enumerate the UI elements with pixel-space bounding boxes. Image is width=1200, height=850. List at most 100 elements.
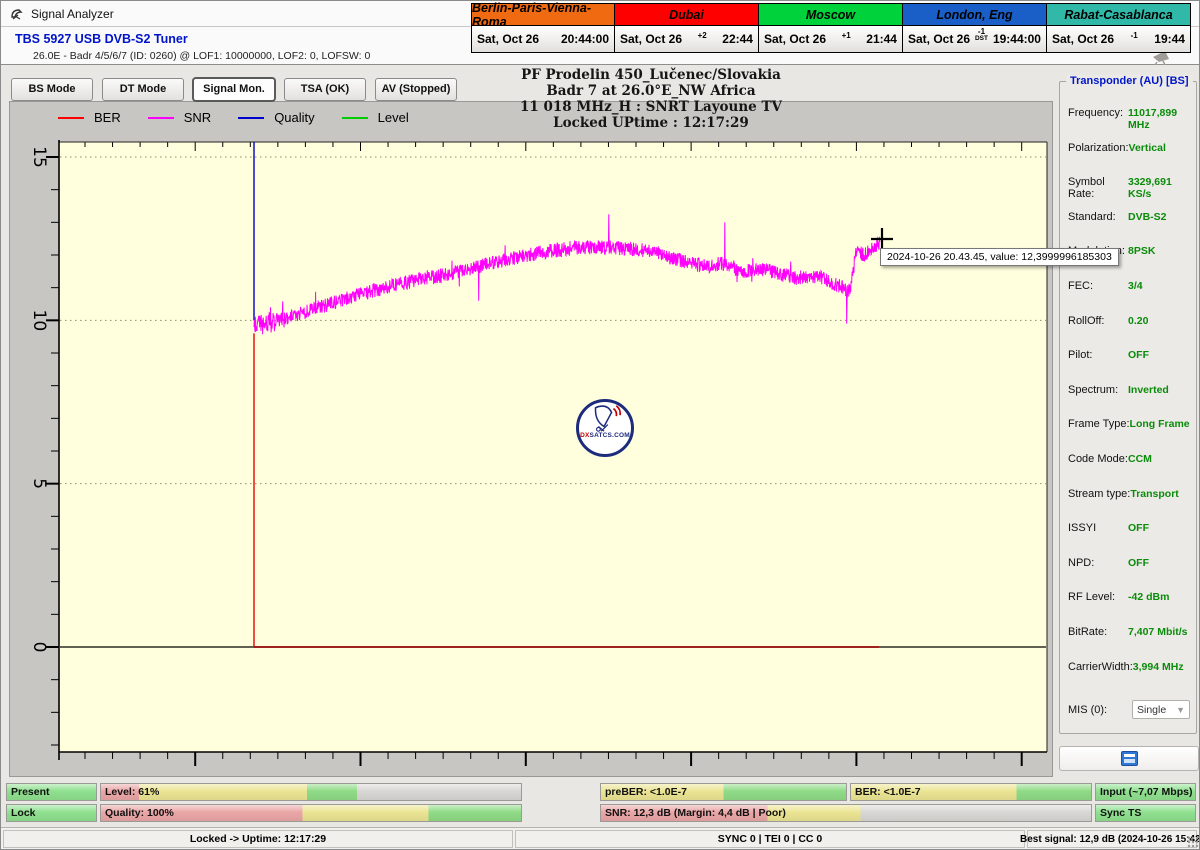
transponder-row-pilot-: Pilot:OFF: [1068, 349, 1190, 361]
preber-bar: preBER: <1.0E-7: [600, 783, 847, 801]
transponder-label: Stream type:: [1068, 488, 1130, 500]
clock-london-eng: London, EngSat, Oct 26-1DST19:44:00: [903, 3, 1047, 53]
signal-analyzer-window: Signal Analyzer TBS 5927 USB DVB-S2 Tune…: [0, 0, 1200, 850]
transponder-value: Long Frame: [1130, 418, 1190, 430]
transponder-label: RF Level:: [1068, 591, 1128, 603]
ber-label: BER: <1.0E-7: [851, 786, 921, 798]
transponder-value: CCM: [1128, 453, 1152, 465]
legend-item-level: Level: [342, 110, 409, 125]
lock-label: Lock: [7, 807, 36, 819]
transponder-row-spectrum-: Spectrum:Inverted: [1068, 384, 1190, 396]
present-bar: Present: [6, 783, 97, 801]
resize-grip[interactable]: [1187, 836, 1199, 848]
clock-time: 20:44:00: [561, 32, 609, 46]
cursor-value-tooltip: 2024-10-26 20.43.45, value: 12,399999618…: [880, 248, 1119, 266]
transponder-label: Standard:: [1068, 211, 1128, 223]
syncts-label: Sync TS: [1096, 807, 1141, 819]
transponder-row-polarization-: Polarization:Vertical: [1068, 142, 1190, 154]
transponder-row-frequency-: Frequency:11017,899 MHz: [1068, 107, 1190, 131]
transponder-row-stream-type-: Stream type:Transport: [1068, 488, 1190, 500]
transponder-row-rf-level-: RF Level:-42 dBm: [1068, 591, 1190, 603]
clock-time: 22:44: [722, 32, 753, 46]
transponder-value: 3/4: [1128, 280, 1143, 292]
header-divider: [1, 64, 1199, 65]
status-best-signal: Best signal: 12,9 dB (2024-10-26 15:42): [1027, 830, 1197, 848]
transponder-row-frame-type-: Frame Type:Long Frame: [1068, 418, 1190, 430]
syncts-bar: Sync TS: [1095, 804, 1196, 822]
mode-button-tsa-ok-[interactable]: TSA (OK): [284, 78, 366, 101]
transponder-label: Pilot:: [1068, 349, 1128, 361]
save-icon: [1121, 751, 1138, 766]
transponder-row-fec-: FEC:3/4: [1068, 280, 1190, 292]
transponder-value: 11017,899 MHz: [1128, 107, 1190, 131]
mis-row: MIS (0): Single ▼: [1068, 700, 1190, 719]
transponder-panel: Transponder (AU) [BS] MIS (0): Single ▼ …: [1059, 81, 1197, 734]
legend-item-snr: SNR: [148, 110, 211, 125]
mode-button-signal-mon-[interactable]: Signal Mon.: [193, 78, 275, 101]
transponder-value: 3,994 MHz: [1133, 661, 1184, 673]
clock-date: Sat, Oct 26: [477, 32, 539, 46]
legend-swatch-quality: [238, 117, 264, 119]
svg-text:5: 5: [29, 478, 49, 489]
mode-button-av-stopped-[interactable]: AV (Stopped): [375, 78, 457, 101]
transponder-value: OFF: [1128, 349, 1149, 361]
legend-label: Level: [378, 110, 409, 125]
transponder-value: 3329,691 KS/s: [1128, 176, 1190, 200]
legend-item-ber: BER: [58, 110, 121, 125]
transponder-row-bitrate-: BitRate:7,407 Mbit/s: [1068, 626, 1190, 638]
mode-button-row: BS Mode DT Mode Signal Mon. TSA (OK) AV (Sto…: [11, 78, 457, 101]
svg-text:10: 10: [29, 310, 49, 332]
ber-bar: BER: <1.0E-7: [850, 783, 1092, 801]
clock-moscow: MoscowSat, Oct 26+121:44: [759, 3, 903, 53]
transponder-row-issyi: ISSYIOFF: [1068, 522, 1190, 534]
mis-select[interactable]: Single ▼: [1132, 700, 1190, 719]
logo-dish-drawing: [586, 402, 624, 434]
clock-city-label: Dubai: [615, 4, 758, 26]
snr-plot[interactable]: 0 5 10 15: [10, 102, 1052, 776]
transponder-row-code-mode-: Code Mode:CCM: [1068, 453, 1190, 465]
transponder-label: Polarization:: [1068, 142, 1129, 154]
transponder-row-carrierwidth-: CarrierWidth:3,994 MHz: [1068, 661, 1190, 673]
transponder-value: 8PSK: [1128, 245, 1155, 257]
transponder-row-npd-: NPD:OFF: [1068, 557, 1190, 569]
transponder-value: OFF: [1128, 557, 1149, 569]
clock-time-row: Sat, Oct 26-1DST19:44:00: [903, 26, 1046, 52]
transponder-row-rolloff-: RollOff:0.20: [1068, 315, 1190, 327]
app-dish-icon: [9, 6, 25, 22]
transponder-label: FEC:: [1068, 280, 1128, 292]
clock-time-row: Sat, Oct 26+222:44: [615, 26, 758, 52]
transponder-label: Frame Type:: [1068, 418, 1130, 430]
mode-button-dt-mode[interactable]: DT Mode: [102, 78, 184, 101]
svg-text:15: 15: [29, 146, 49, 168]
tuner-settings: 26.0E - Badr 4/5/6/7 (ID: 0260) @ LOF1: …: [33, 50, 370, 62]
mode-button-bs-mode[interactable]: BS Mode: [11, 78, 93, 101]
transponder-row-symbol-rate-: Symbol Rate:3329,691 KS/s: [1068, 176, 1190, 200]
status-sync: SYNC 0 | TEI 0 | CC 0: [515, 830, 1025, 848]
clock-time-row: Sat, Oct 26 20:44:00: [472, 26, 614, 52]
clock-date: Sat, Oct 26: [1052, 32, 1114, 46]
capture-button[interactable]: [1059, 746, 1199, 771]
transponder-value: Inverted: [1128, 384, 1169, 396]
status-bar: Locked -> Uptime: 12:17:29 SYNC 0 | TEI …: [1, 827, 1200, 850]
quality-bar: Quality: 100%: [100, 804, 522, 822]
transponder-value: Vertical: [1129, 142, 1166, 154]
legend-label: BER: [94, 110, 121, 125]
legend-item-quality: Quality: [238, 110, 314, 125]
transponder-value: -42 dBm: [1128, 591, 1169, 603]
chart-legend: BER SNR Quality Level: [58, 110, 436, 125]
level-label: Level: 61%: [101, 786, 159, 798]
transponder-value: DVB-S2: [1128, 211, 1167, 223]
clock-time-row: Sat, Oct 26+121:44: [759, 26, 902, 52]
transponder-value: 7,407 Mbit/s: [1128, 626, 1188, 638]
transponder-row-standard-: Standard:DVB-S2: [1068, 211, 1190, 223]
svg-text:0: 0: [29, 642, 49, 653]
transponder-label: Frequency:: [1068, 107, 1128, 131]
transponder-label: RollOff:: [1068, 315, 1128, 327]
chevron-down-icon: ▼: [1176, 705, 1185, 715]
transponder-label: Spectrum:: [1068, 384, 1128, 396]
clock-berlin-paris-vienna-roma: Berlin-Paris-Vienna-RomaSat, Oct 2620:44…: [471, 3, 615, 53]
clock-time: 19:44:00: [993, 32, 1041, 46]
mis-label: MIS (0):: [1068, 704, 1128, 716]
transponder-panel-title: Transponder (AU) [BS]: [1066, 75, 1193, 87]
transponder-value: Transport: [1130, 488, 1178, 500]
